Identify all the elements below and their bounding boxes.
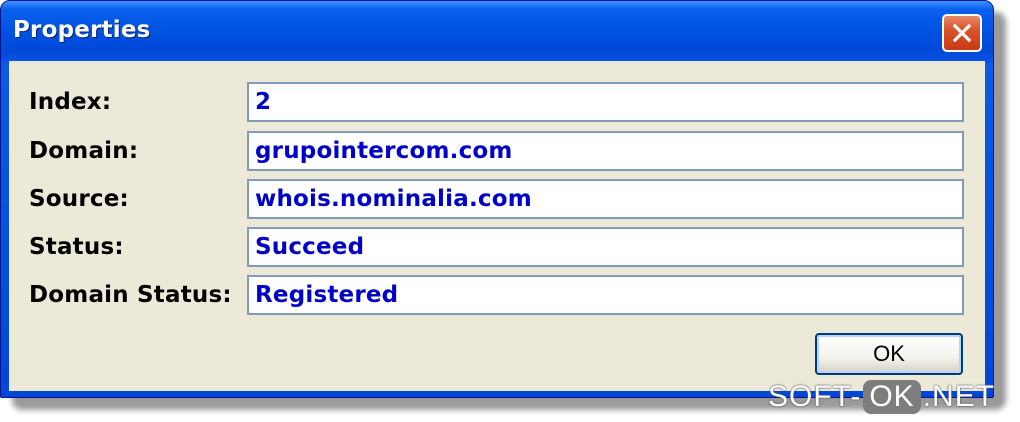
title-bar[interactable]: Properties	[1, 1, 993, 63]
domain-status-field[interactable]: Registered	[247, 275, 964, 315]
ok-button[interactable]: OK	[815, 333, 963, 375]
source-field[interactable]: whois.nominalia.com	[247, 179, 964, 219]
watermark-middle: OK	[863, 380, 921, 414]
close-button[interactable]	[942, 14, 982, 52]
field-row-index: Index: 2	[9, 82, 985, 122]
window-title: Properties	[13, 17, 151, 43]
watermark-prefix: SOFT-	[768, 380, 862, 413]
domain-field[interactable]: grupointercom.com	[247, 131, 964, 171]
status-value: Succeed	[255, 234, 365, 260]
watermark: SOFT- OK .NET	[768, 380, 995, 414]
index-label: Index:	[29, 89, 112, 115]
properties-dialog: Properties Index: 2 Domain: grupointerco…	[0, 0, 994, 398]
dialog-body: Index: 2 Domain: grupointercom.com Sourc…	[9, 61, 985, 391]
field-row-domain-status: Domain Status: Registered	[9, 275, 985, 315]
close-icon	[952, 23, 972, 43]
watermark-suffix: .NET	[922, 380, 996, 413]
field-row-source: Source: whois.nominalia.com	[9, 179, 985, 219]
status-field[interactable]: Succeed	[247, 227, 964, 267]
field-row-status: Status: Succeed	[9, 227, 985, 267]
domain-label: Domain:	[29, 138, 139, 164]
domain-value: grupointercom.com	[255, 138, 513, 164]
domain-status-label: Domain Status:	[29, 282, 232, 308]
domain-status-value: Registered	[255, 282, 399, 308]
status-label: Status:	[29, 234, 124, 260]
index-value: 2	[255, 89, 272, 115]
field-row-domain: Domain: grupointercom.com	[9, 131, 985, 171]
index-field[interactable]: 2	[247, 82, 964, 122]
source-label: Source:	[29, 186, 129, 212]
source-value: whois.nominalia.com	[255, 186, 532, 212]
